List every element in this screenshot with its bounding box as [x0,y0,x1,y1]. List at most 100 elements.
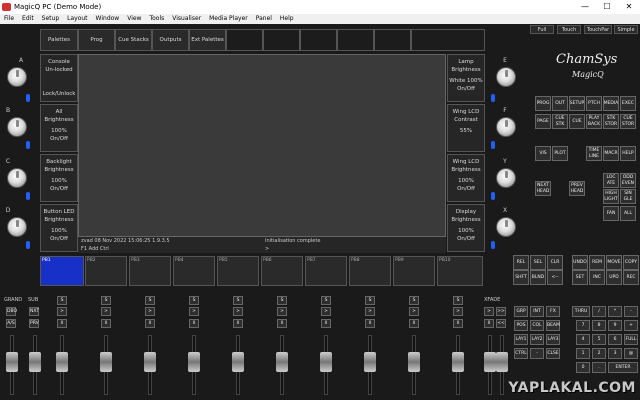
fader-handle[interactable] [188,352,200,372]
playback-s-button[interactable]: S [189,296,199,305]
playback-pause-button[interactable]: ll [233,319,243,328]
fader-handle[interactable] [276,352,288,372]
key-undo[interactable]: UNDO [572,255,588,270]
key-highlight[interactable]: HIGH LIGHT [603,189,619,204]
playback-6[interactable]: PB6 [261,256,303,286]
fader-handle[interactable] [100,352,112,372]
playback-2[interactable]: PB2 [85,256,127,286]
key-rec[interactable]: REC [623,270,639,285]
playback-s-button[interactable]: S [57,296,67,305]
tab-empty-6[interactable] [411,29,485,51]
playback-pause-button[interactable]: ll [277,319,287,328]
key-full[interactable]: FULL [624,334,638,345]
key-playback[interactable]: PLAY BACK [586,114,602,129]
key-ctrl[interactable]: CTRL [514,348,528,359]
command-line[interactable]: > [262,245,446,253]
key-setup[interactable]: SETUP [569,96,585,111]
key-minus[interactable]: - [530,348,544,359]
key-set[interactable]: SET [572,270,588,285]
maximize-button[interactable]: ☐ [597,0,617,14]
tab-empty-3[interactable] [300,29,337,51]
key-stk-stor[interactable]: STK STOR [603,114,619,129]
as-button[interactable]: A/S [6,319,16,328]
dbo-button[interactable]: DBO [6,307,17,316]
key-sel[interactable]: SEL [530,255,546,270]
key-9[interactable]: 9 [608,320,622,331]
playback-5[interactable]: PB5 [217,256,259,286]
fader-handle[interactable] [320,352,332,372]
key-cue-stor[interactable]: CUE STOR [620,114,636,129]
key-backspace[interactable]: <-- [547,270,563,285]
key-help[interactable]: HELP [620,146,636,161]
key-vis[interactable]: VIS [535,146,551,161]
tab-ext-palettes[interactable]: Ext Palettes [189,29,226,51]
key-cue-stk[interactable]: CUE STK [552,114,568,129]
softkey-wing-lcd-contrast[interactable]: Wing LCD Contrast 55% [447,104,485,152]
playback-go-button[interactable]: > [453,307,463,316]
playback-go-button[interactable]: > [57,307,67,316]
menu-window[interactable]: Window [92,14,124,24]
menu-tools[interactable]: Tools [145,14,168,24]
key-out[interactable]: OUT [552,96,568,111]
sub-fader-handle[interactable] [29,352,41,372]
playback-go-button[interactable]: > [101,307,111,316]
key-timeline[interactable]: TIME LINE [586,146,602,161]
key-lay3[interactable]: LAY3 [546,334,560,345]
playback-go-button[interactable]: > [409,307,419,316]
key-plot[interactable]: PLOT [552,146,568,161]
key-clr[interactable]: CLR [547,255,563,270]
grand-fader-handle[interactable] [6,352,18,372]
tab-empty-4[interactable] [337,29,374,51]
playback-s-button[interactable]: S [409,296,419,305]
key-star[interactable]: * [608,306,622,317]
playback-s-button[interactable]: S [321,296,331,305]
key-7[interactable]: 7 [576,320,590,331]
key-rem[interactable]: REM [589,255,605,270]
encoder-e-knob[interactable] [496,67,516,87]
playback-s-button[interactable]: S [277,296,287,305]
key-inc[interactable]: INC [589,270,605,285]
key-plus[interactable]: + [624,320,638,331]
playback-s-button[interactable]: S [145,296,155,305]
softkey-wing-lcd-brightness[interactable]: Wing LCD Brightness 100% On/Off [447,154,485,202]
key-rel[interactable]: REL [513,255,529,270]
menu-help[interactable]: Help [276,14,298,24]
encoder-c-knob[interactable] [7,168,27,188]
mode-touch[interactable]: Touch [557,25,581,34]
key-move[interactable]: MOVE [606,255,622,270]
playback-pause-button[interactable]: ll [145,319,155,328]
fader-handle[interactable] [232,352,244,372]
mode-touchpar[interactable]: TouchPar [584,25,612,34]
encoder-a-knob[interactable] [7,67,27,87]
key-6[interactable]: 6 [608,334,622,345]
key-fan[interactable]: FAN [603,206,619,221]
playback-8[interactable]: PB8 [349,256,391,286]
key-5[interactable]: 5 [592,334,606,345]
encoder-b-knob[interactable] [7,117,27,137]
key-odd-even[interactable]: ODD EVEN [620,173,636,188]
xfade-back-button[interactable]: << [496,319,506,328]
tab-empty-1[interactable] [226,29,263,51]
softkey-backlight-brightness[interactable]: Backlight Brightness 100% On/Off [40,154,78,202]
key-beam[interactable]: BEAM [546,320,560,331]
fader-handle[interactable] [144,352,156,372]
key-0[interactable]: 0 [576,362,590,373]
menu-panel[interactable]: Panel [252,14,276,24]
key-cue[interactable]: CUE [569,114,585,129]
key-blnd[interactable]: BLND [530,270,546,285]
key-ptch[interactable]: PTCH [586,96,602,111]
key-copy[interactable]: COPY [623,255,639,270]
xfade-b-fader-handle[interactable] [496,352,508,372]
fader-handle[interactable] [408,352,420,372]
minimize-button[interactable]: — [575,0,595,14]
xfade-a-fader-handle[interactable] [484,352,496,372]
key-single[interactable]: SIN GLE [620,189,636,204]
encoder-f-knob[interactable] [496,117,516,137]
playback-go-button[interactable]: > [365,307,375,316]
playback-1[interactable]: PB1 [40,256,84,286]
menu-edit[interactable]: Edit [18,14,38,24]
playback-pause-button[interactable]: ll [453,319,463,328]
key-all[interactable]: ALL [620,206,636,221]
softkey-lamp-brightness[interactable]: Lamp Brightness White 100% On/Off [447,54,485,102]
tab-outputs[interactable]: Outputs [152,29,189,51]
